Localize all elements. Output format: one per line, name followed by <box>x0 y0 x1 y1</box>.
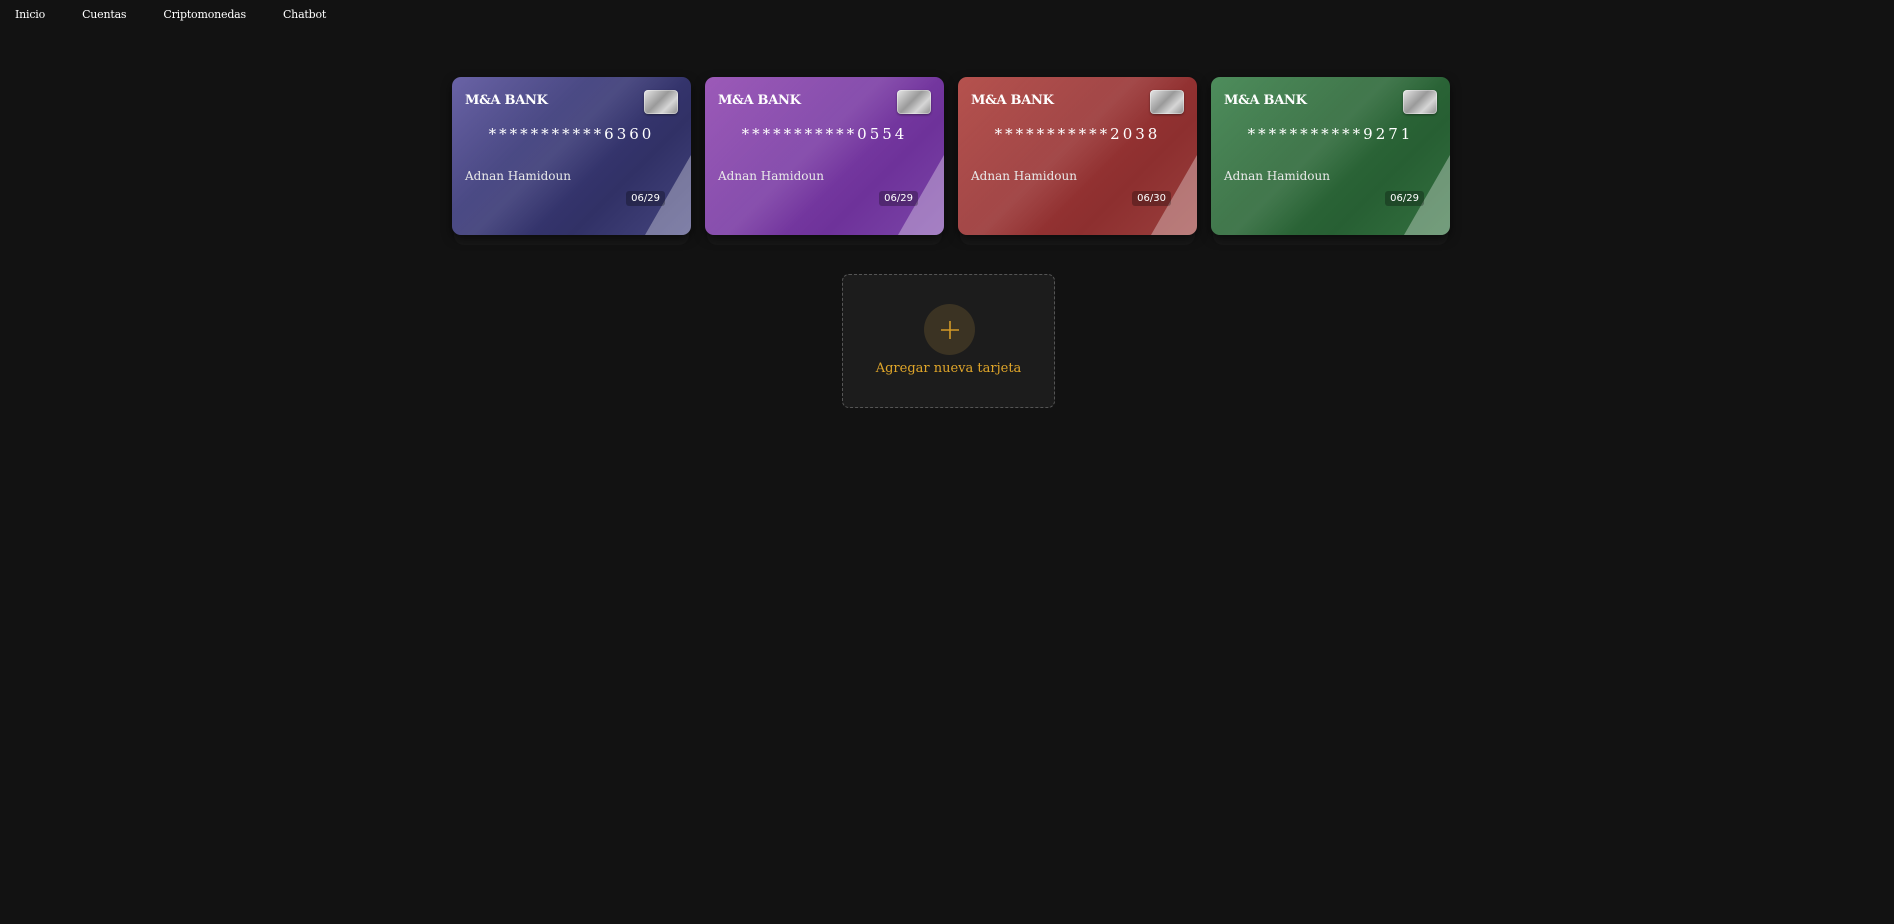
card-holder-name: Adnan Hamidoun <box>465 169 571 183</box>
card-bank-name: M&A BANK <box>1224 93 1307 108</box>
card-holder-name: Adnan Hamidoun <box>1224 169 1330 183</box>
card-bank-name: M&A BANK <box>971 93 1054 108</box>
card-chip-icon <box>1150 90 1184 114</box>
card-chip-icon <box>644 90 678 114</box>
credit-card[interactable]: M&A BANK ***********9271 Adnan Hamidoun … <box>1211 77 1450 235</box>
add-card-label: Agregar nueva tarjeta <box>875 361 1022 376</box>
add-card-button[interactable]: Agregar nueva tarjeta <box>842 274 1055 408</box>
card-expiry: 06/29 <box>879 191 918 206</box>
nav-link-criptomonedas[interactable]: Criptomonedas <box>163 8 246 21</box>
credit-card[interactable]: M&A BANK ***********6360 Adnan Hamidoun … <box>452 77 691 235</box>
card-bank-name: M&A BANK <box>465 93 548 108</box>
card-expiry: 06/29 <box>626 191 665 206</box>
nav-link-cuentas[interactable]: Cuentas <box>82 8 127 21</box>
credit-card[interactable]: M&A BANK ***********0554 Adnan Hamidoun … <box>705 77 944 235</box>
card-item: M&A BANK ***********0554 Adnan Hamidoun … <box>705 77 944 245</box>
card-item: M&A BANK ***********6360 Adnan Hamidoun … <box>452 77 691 245</box>
card-expiry: 06/30 <box>1132 191 1171 206</box>
card-item: M&A BANK ***********2038 Adnan Hamidoun … <box>958 77 1197 245</box>
credit-card[interactable]: M&A BANK ***********2038 Adnan Hamidoun … <box>958 77 1197 235</box>
card-holder-name: Adnan Hamidoun <box>971 169 1077 183</box>
card-expiry: 06/29 <box>1385 191 1424 206</box>
card-number: ***********9271 <box>1247 125 1414 143</box>
nav-link-inicio[interactable]: Inicio <box>15 8 45 21</box>
card-number: ***********0554 <box>741 125 908 143</box>
cards-list: M&A BANK ***********6360 Adnan Hamidoun … <box>452 77 1450 245</box>
card-chip-icon <box>897 90 931 114</box>
card-number: ***********6360 <box>488 125 655 143</box>
card-holder-name: Adnan Hamidoun <box>718 169 824 183</box>
card-bank-name: M&A BANK <box>718 93 801 108</box>
card-item: M&A BANK ***********9271 Adnan Hamidoun … <box>1211 77 1450 245</box>
nav-link-chatbot[interactable]: Chatbot <box>283 8 326 21</box>
card-number: ***********2038 <box>994 125 1161 143</box>
plus-icon <box>924 304 975 355</box>
top-nav: Inicio Cuentas Criptomonedas Chatbot <box>0 0 1894 28</box>
card-chip-icon <box>1403 90 1437 114</box>
